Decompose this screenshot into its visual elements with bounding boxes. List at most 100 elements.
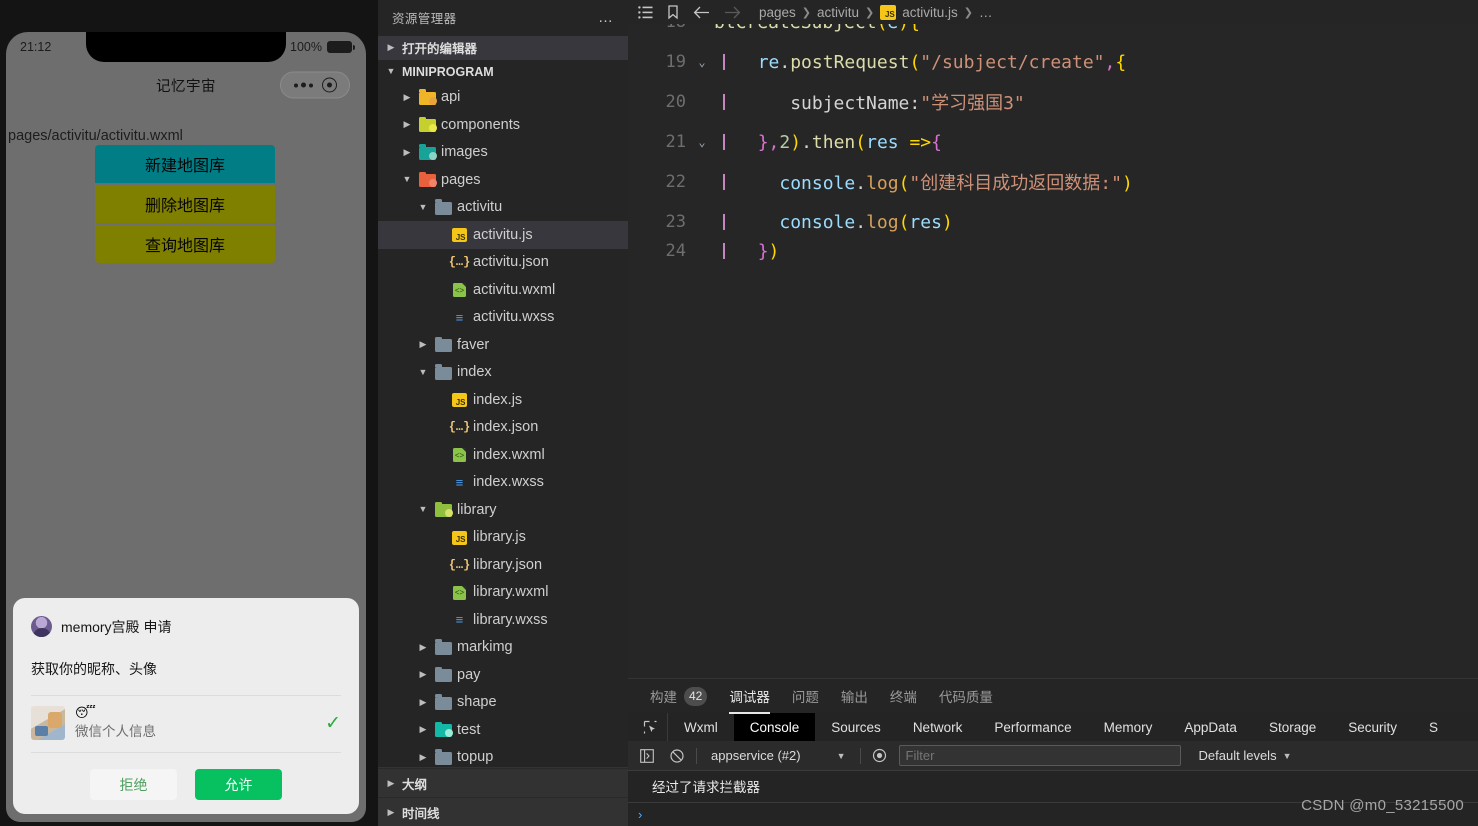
outline-section[interactable]: ▶ 大纲 <box>378 768 628 797</box>
scope-item-text: 😴 微信个人信息 <box>75 706 156 740</box>
panel-tab-4[interactable]: 终端 <box>890 679 917 714</box>
line-number: 18 <box>628 24 690 32</box>
devtools-tab-storage[interactable]: Storage <box>1253 713 1332 741</box>
list-icon[interactable] <box>638 5 653 19</box>
inspect-element-icon[interactable] <box>634 713 668 741</box>
timeline-section[interactable]: ▶ 时间线 <box>378 797 628 826</box>
tree-item-topup[interactable]: ▶ topup <box>378 744 628 767</box>
tree-item-pay[interactable]: ▶ pay <box>378 661 628 689</box>
devtools-tab-appdata[interactable]: AppData <box>1168 713 1253 741</box>
scope-item-label: 微信个人信息 <box>75 724 156 739</box>
console-context-selector[interactable]: appservice (#2) ▼ <box>705 748 852 763</box>
fold-indicator[interactable]: ⌄ <box>690 55 714 69</box>
devtools-tab-s[interactable]: S <box>1413 713 1454 741</box>
auth-scope-item[interactable]: 😴 微信个人信息 ✓ <box>31 696 341 752</box>
console-filter-input[interactable] <box>898 745 1181 766</box>
tree-item-activitu-json[interactable]: ▶{…}activitu.json <box>378 249 628 277</box>
deny-button[interactable]: 拒绝 <box>90 769 177 800</box>
tree-item-label: index.js <box>473 391 523 408</box>
breadcrumb-item-activitu[interactable]: activitu <box>817 5 859 20</box>
devtools-tab-console[interactable]: Console <box>733 713 816 741</box>
delete-maplib-button[interactable]: 删除地图库 <box>95 185 275 223</box>
js-file-icon: JS <box>880 4 897 20</box>
tree-item-library-js[interactable]: ▶JSlibrary.js <box>378 524 628 552</box>
code-text: subjectName:"学习强国3" <box>790 93 1025 114</box>
breadcrumb-item-file[interactable]: activitu.js <box>902 5 958 20</box>
tree-item-index[interactable]: ▼ index <box>378 359 628 387</box>
tree-item-activitu-wxss[interactable]: ▶≡activitu.wxss <box>378 304 628 332</box>
chevron-down-icon: ▼ <box>418 504 428 515</box>
tree-item-index-wxml[interactable]: ▶<>index.wxml <box>378 441 628 469</box>
tree-item-test[interactable]: ▶ test <box>378 716 628 744</box>
forward-arrow-icon[interactable] <box>724 6 741 19</box>
live-expression-icon[interactable] <box>869 745 891 767</box>
open-editors-section[interactable]: ▶ 打开的编辑器 <box>378 35 628 60</box>
wechat-capsule-button[interactable] <box>280 71 350 99</box>
tree-item-activitu[interactable]: ▼ activitu <box>378 194 628 222</box>
chevron-right-icon: ▶ <box>419 724 427 735</box>
devtools-tab-wxml[interactable]: Wxml <box>668 713 734 741</box>
tree-item-library-json[interactable]: ▶{…}library.json <box>378 551 628 579</box>
query-maplib-button[interactable]: 查询地图库 <box>95 225 275 263</box>
devtools-tab-sources[interactable]: Sources <box>815 713 897 741</box>
tree-item-label: activitu.wxss <box>473 309 555 326</box>
tree-item-index-wxss[interactable]: ▶≡index.wxss <box>378 469 628 497</box>
tree-item-label: images <box>441 144 488 161</box>
folder-icon <box>435 336 452 353</box>
devtools-tab-memory[interactable]: Memory <box>1088 713 1169 741</box>
wxss-file-icon: ≡ <box>455 474 464 490</box>
breadcrumb-item-more[interactable]: … <box>979 5 993 20</box>
tree-item-shape[interactable]: ▶ shape <box>378 689 628 717</box>
tree-item-label: pay <box>457 666 481 683</box>
clear-console-icon[interactable] <box>666 745 688 767</box>
panel-tab-1[interactable]: 调试器 <box>729 679 770 714</box>
tree-item-faver[interactable]: ▶ faver <box>378 331 628 359</box>
explorer-more-icon[interactable]: … <box>598 9 614 26</box>
devtools-tabs-list: Wxml Console Sources Network Performance Memo… <box>668 713 1454 741</box>
devtools-tab-performance[interactable]: Performance <box>978 713 1087 741</box>
tree-item-pages[interactable]: ▼ pages <box>378 166 628 194</box>
panel-tab-0[interactable]: 构建 42 <box>650 679 708 714</box>
code-editor[interactable]: 18 btCreateSubject(e){ 19 ⌄ re.postReque… <box>628 24 1478 678</box>
console-output[interactable]: 经过了请求拦截器 › <box>628 771 1478 826</box>
code-text: console.log(res) <box>779 211 953 233</box>
page-title: 记忆宇宙 <box>156 78 216 95</box>
tree-item-library[interactable]: ▼ library <box>378 496 628 524</box>
console-input-prompt[interactable]: › <box>628 803 1478 826</box>
project-root-section[interactable]: ▼ MINIPROGRAM <box>378 60 628 84</box>
devtools-tab-network[interactable]: Network <box>897 713 979 741</box>
panel-tab-3[interactable]: 输出 <box>841 679 868 714</box>
breadcrumb-item-pages[interactable]: pages <box>759 5 796 20</box>
folder-icon <box>435 364 452 381</box>
code-text: }) <box>757 242 780 260</box>
tree-item-index-js[interactable]: ▶JSindex.js <box>378 386 628 414</box>
wxss-file-icon: ≡ <box>455 309 464 325</box>
bookmark-icon[interactable] <box>667 4 679 20</box>
editor-toolbar: pages ❯ activitu ❯ JS activitu.js ❯ … <box>628 0 1478 24</box>
tree-item-library-wxml[interactable]: ▶<>library.wxml <box>378 579 628 607</box>
more-dots-icon[interactable] <box>293 82 313 88</box>
devtools-tab-bar: Wxml Console Sources Network Performance Memo… <box>628 713 1478 741</box>
devtools-tab-security[interactable]: Security <box>1332 713 1413 741</box>
console-levels-selector[interactable]: Default levels ▼ <box>1199 748 1292 763</box>
code-line: 22 console.log("创建科目成功返回数据:") <box>628 162 1478 202</box>
tree-item-activitu-js[interactable]: ▶JSactivitu.js <box>378 221 628 249</box>
create-maplib-button[interactable]: 新建地图库 <box>95 145 275 183</box>
panel-tab-5[interactable]: 代码质量 <box>939 679 993 714</box>
tree-item-images[interactable]: ▶ images <box>378 139 628 167</box>
tree-item-components[interactable]: ▶ components <box>378 111 628 139</box>
panel-tab-2[interactable]: 问题 <box>792 679 819 714</box>
panel-toggle-icon[interactable] <box>636 745 658 767</box>
tree-item-api[interactable]: ▶ api <box>378 84 628 112</box>
tree-item-markimg[interactable]: ▶ markimg <box>378 634 628 662</box>
tree-item-index-json[interactable]: ▶{…}index.json <box>378 414 628 442</box>
tree-item-library-wxss[interactable]: ▶≡library.wxss <box>378 606 628 634</box>
allow-button[interactable]: 允许 <box>195 769 282 800</box>
line-number: 21 <box>665 132 686 152</box>
toolbar-divider <box>859 747 861 764</box>
tree-item-activitu-wxml[interactable]: ▶<>activitu.wxml <box>378 276 628 304</box>
back-arrow-icon[interactable] <box>693 6 710 19</box>
target-circle-icon[interactable] <box>321 77 337 93</box>
fold-indicator[interactable]: ⌄ <box>690 135 714 149</box>
tree-item-label: topup <box>457 749 494 766</box>
